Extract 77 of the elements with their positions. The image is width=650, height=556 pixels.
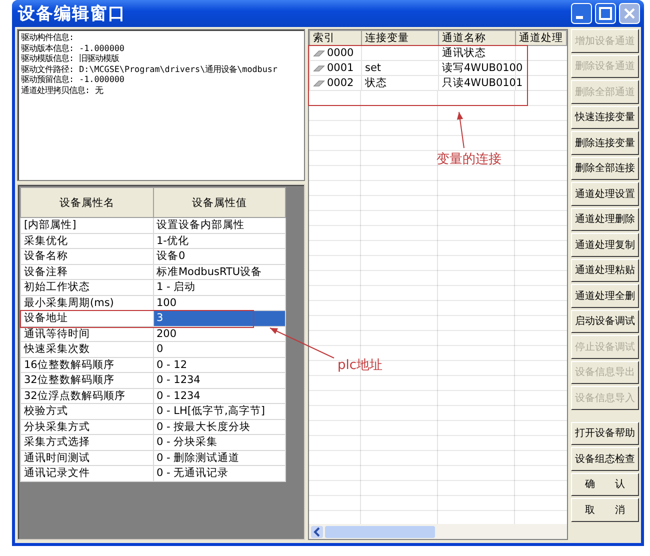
connected-variable: 状态	[365, 77, 387, 89]
action-button[interactable]: 取 消	[571, 498, 639, 522]
window-title: 设备编辑窗口	[18, 3, 126, 25]
property-name: 32位浮点数解码顺序	[20, 388, 153, 404]
property-name: 设备注释	[20, 264, 153, 280]
property-name: 通讯记录文件	[20, 466, 153, 481]
column-header: 索引	[310, 30, 362, 46]
scroll-left-icon[interactable]	[311, 526, 323, 538]
info-line: 驱动预留信息: -1.000000	[21, 74, 126, 84]
minimize-button[interactable]	[571, 3, 592, 24]
property-name: 采集方式选择	[20, 434, 153, 450]
property-value[interactable]: 0	[153, 342, 286, 357]
action-button[interactable]: 删除连接变量	[571, 131, 639, 154]
action-button[interactable]: 快速连接变量	[571, 106, 639, 129]
property-value[interactable]: 0 - 12	[153, 357, 286, 372]
info-line: 驱动构件信息:	[21, 32, 76, 42]
action-button[interactable]: 通道处理全删	[571, 284, 639, 308]
property-name: 设备地址	[20, 310, 153, 326]
info-line: 驱动文件路径: D:\MCGSE\Program\drivers\通用设备\modbusr	[21, 64, 278, 74]
channel-icon	[313, 78, 325, 88]
property-name: 通讯时间测试	[20, 450, 153, 466]
annotation-label: plc地址	[338, 357, 383, 374]
column-header: 设备属性值	[153, 188, 286, 218]
action-button[interactable]: 通道处理删除	[571, 208, 639, 231]
connected-variable: set	[365, 62, 382, 74]
property-value[interactable]: 0 - 1234	[153, 372, 286, 388]
property-value[interactable]: 设备0	[153, 248, 286, 264]
property-name: 16位整数解码顺序	[20, 357, 153, 372]
info-line: 驱动模版信息: 旧驱动模版	[21, 53, 120, 64]
property-name: [内部属性]	[20, 218, 153, 233]
action-button[interactable]: 启动设备调试	[571, 310, 639, 333]
action-button[interactable]: 通道处理粘贴	[571, 258, 639, 282]
property-value[interactable]: 0 - 分块采集	[153, 434, 286, 450]
property-value[interactable]: 0 - 按最大长度分块	[153, 419, 286, 434]
property-value[interactable]: 0 - 1234	[153, 388, 286, 404]
channel-index[interactable]: 0001	[327, 62, 354, 74]
channel-index[interactable]: 0002	[327, 77, 354, 89]
property-name: 分块采集方式	[20, 419, 153, 434]
property-name: 初始工作状态	[20, 280, 153, 295]
column-header: 通道处理	[516, 30, 566, 46]
annotation-label: 变量的连接	[436, 150, 502, 168]
info-line: 驱动版本信息: -1.000000	[21, 42, 126, 53]
channel-icon	[313, 48, 325, 58]
close-button[interactable]	[619, 3, 640, 24]
property-value[interactable]: 0 - 无通讯记录	[153, 466, 286, 481]
property-name: 采集优化	[20, 233, 153, 248]
property-value[interactable]: 3	[153, 310, 286, 326]
channel-icon	[313, 64, 325, 73]
column-header: 连接变量	[362, 30, 438, 46]
column-header: 通道名称	[438, 30, 516, 46]
action-button[interactable]: 设备组态检查	[571, 447, 639, 470]
action-button[interactable]: 通道处理设置	[571, 182, 639, 206]
property-name: 设备名称	[20, 248, 153, 264]
property-name: 32位整数解码顺序	[20, 372, 153, 388]
property-value[interactable]: 0 - 删除测试通道	[153, 450, 286, 466]
scrollbar-thumb[interactable]	[325, 526, 435, 538]
property-value[interactable]: 1 - 启动	[153, 280, 286, 295]
property-name: 快速采集次数	[20, 342, 153, 357]
action-button[interactable]: 删除全部连接	[571, 156, 639, 180]
property-name: 通讯等待时间	[20, 326, 153, 342]
property-value[interactable]: 标准ModbusRTU设备	[153, 264, 286, 280]
action-button[interactable]: 通道处理复制	[571, 233, 639, 256]
column-header: 设备属性名	[20, 188, 153, 218]
property-value[interactable]: 0 - LH[低字节,高字节]	[153, 404, 286, 419]
horizontal-scrollbar[interactable]	[309, 524, 567, 539]
property-value[interactable]: 1-优化	[153, 233, 286, 248]
channel-name: 读写4WUB0100	[442, 62, 523, 74]
channel-name: 只读4WUB0101	[442, 77, 523, 89]
property-name: 校验方式	[20, 404, 153, 419]
property-name: 最小采集周期(ms)	[20, 295, 153, 310]
property-value[interactable]: 设置设备内部属性	[153, 218, 286, 233]
channel-name: 通讯状态	[442, 47, 486, 59]
action-button[interactable]: 确 认	[571, 472, 639, 496]
channel-index[interactable]: 0000	[327, 47, 354, 59]
action-button[interactable]: 打开设备帮助	[571, 422, 639, 445]
maximize-button[interactable]	[595, 3, 616, 24]
info-line: 通道处理拷贝信息: 无	[21, 84, 104, 95]
